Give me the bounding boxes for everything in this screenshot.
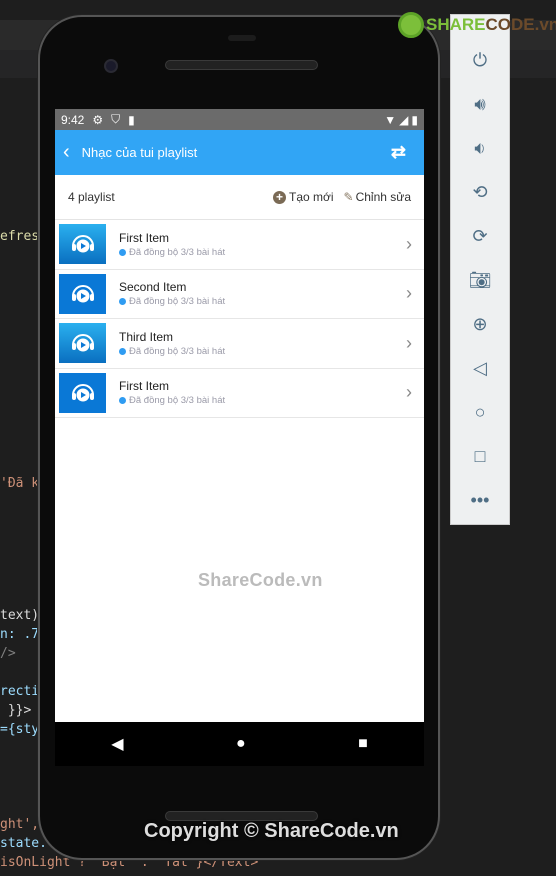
edit-label: Chỉnh sửa: [355, 190, 411, 204]
playlist-thumbnail-icon: [59, 372, 106, 413]
volume-down-icon[interactable]: 🔉︎: [451, 126, 509, 170]
code-line: ={sty: [0, 722, 40, 737]
shield-icon: ⛉: [111, 112, 121, 126]
app-bar: ‹ Nhạc của tui playlist ⇄: [55, 130, 424, 175]
device-screen: 9:42 ⚙ ⛉ ▮ ▼ ◢ ▮ ‹ Nhạc của tui playlist ⇄…: [55, 109, 424, 766]
overview-icon[interactable]: □: [451, 434, 509, 478]
playlist-item[interactable]: Second Item Đã đồng bộ 3/3 bài hát ›: [55, 270, 424, 319]
back-icon[interactable]: ‹: [63, 141, 70, 164]
zoom-icon[interactable]: ⊕: [451, 302, 509, 346]
playlist-item[interactable]: First Item Đã đồng bộ 3/3 bài hát ›: [55, 220, 424, 270]
edit-icon: ✎: [343, 190, 354, 204]
playlist-status-text: Đã đồng bộ 3/3 bài hát: [129, 345, 226, 357]
settings-icon: ⚙: [92, 112, 104, 127]
sync-dot-icon: [119, 298, 126, 306]
code-line: recti: [0, 684, 40, 699]
playlist-name: Third Item: [119, 329, 174, 344]
nav-recents-icon[interactable]: ■: [358, 735, 368, 753]
signal-icon: ◢: [399, 112, 409, 127]
playlist-text: Second Item Đã đồng bộ 3/3 bài hát: [119, 280, 406, 307]
code-line: ght',: [0, 817, 40, 832]
camera-icon[interactable]: 📷︎: [451, 258, 509, 302]
sync-dot-icon: [119, 347, 126, 355]
edit-button[interactable]: ✎ Chỉnh sửa: [344, 190, 411, 204]
playlist-item[interactable]: Third Item Đã đồng bộ 3/3 bài hát ›: [55, 319, 424, 369]
battery-icon: ▮: [411, 112, 418, 127]
logo-text-a: SHARE: [426, 15, 486, 34]
page-title: Nhạc của tui playlist: [81, 145, 198, 160]
playlist-count: 4 playlist: [68, 190, 115, 204]
playlist-status-text: Đã đồng bộ 3/3 bài hát: [129, 296, 226, 308]
playlist-status-text: Đã đồng bộ 3/3 bài hát: [129, 395, 226, 407]
code-line: n: .7: [0, 627, 40, 642]
power-icon[interactable]: ⏻: [451, 38, 509, 82]
playlist-text: First Item Đã đồng bộ 3/3 bài hát: [119, 231, 406, 258]
code-line: text): [0, 608, 40, 623]
plus-circle-icon: +: [272, 191, 286, 204]
playlist-status: Đã đồng bộ 3/3 bài hát: [119, 395, 406, 406]
back-icon[interactable]: ◁: [451, 346, 509, 390]
rotate-right-icon[interactable]: ⟳: [451, 214, 509, 258]
playlist-thumbnail-icon: [59, 323, 106, 364]
sharecode-logo: SHARE CODE.vn: [398, 12, 556, 38]
playlist-status-text: Đã đồng bộ 3/3 bài hát: [129, 246, 226, 258]
sync-icon[interactable]: ⇄: [391, 142, 406, 163]
nav-back-icon[interactable]: ◀: [111, 734, 123, 754]
create-label: Tạo mới: [288, 190, 334, 204]
sd-card-icon: ▮: [128, 112, 135, 127]
playlist-status: Đã đồng bộ 3/3 bài hát: [119, 247, 406, 258]
playlist-text: First Item Đã đồng bộ 3/3 bài hát: [119, 379, 406, 406]
chevron-right-icon: ›: [406, 382, 412, 403]
nav-home-icon[interactable]: ●: [236, 735, 246, 753]
code-line: 'Đã k: [0, 476, 40, 491]
chevron-right-icon: ›: [406, 332, 412, 353]
playlist-item[interactable]: First Item Đã đồng bộ 3/3 bài hát ›: [55, 369, 424, 418]
playlist-text: Third Item Đã đồng bộ 3/3 bài hát: [119, 330, 406, 357]
top-speaker: [165, 60, 318, 70]
playlist-thumbnail-icon: [59, 224, 106, 265]
code-line: efres: [0, 229, 40, 244]
playlist-header: 4 playlist + Tạo mới ✎ Chỉnh sửa: [55, 175, 424, 220]
more-icon[interactable]: •••: [451, 478, 509, 522]
android-nav-bar: ◀ ● ■: [55, 722, 424, 766]
playlist-thumbnail-icon: [59, 273, 106, 314]
logo-text-b: CODE.vn: [485, 15, 556, 34]
status-time: 9:42: [61, 112, 85, 127]
chevron-right-icon: ›: [406, 233, 412, 254]
chevron-right-icon: ›: [406, 283, 412, 304]
front-camera: [104, 59, 118, 73]
code-line: }}>: [0, 703, 32, 718]
wifi-icon: ▼: [384, 112, 397, 127]
sync-dot-icon: [119, 248, 126, 256]
earpiece: [228, 35, 256, 41]
volume-up-icon[interactable]: 🔊︎: [451, 82, 509, 126]
sync-dot-icon: [119, 397, 126, 405]
rotate-left-icon[interactable]: ⟲: [451, 170, 509, 214]
playlist-status: Đã đồng bộ 3/3 bài hát: [119, 346, 406, 357]
watermark: ShareCode.vn: [198, 570, 323, 590]
playlist-name: First Item: [119, 230, 169, 245]
emulator-toolbar: ⏻ 🔊︎ 🔉︎ ⟲ ⟳ 📷︎ ⊕ ◁ ○ □ •••: [450, 14, 510, 525]
status-bar: 9:42 ⚙ ⛉ ▮ ▼ ◢ ▮: [55, 109, 424, 130]
home-icon[interactable]: ○: [451, 390, 509, 434]
playlist-list: First Item Đã đồng bộ 3/3 bài hát › Seco…: [55, 220, 424, 418]
playlist-name: First Item: [119, 379, 169, 394]
create-button[interactable]: + Tạo mới: [272, 190, 334, 204]
playlist-status: Đã đồng bộ 3/3 bài hát: [119, 296, 406, 307]
playlist-name: Second Item: [119, 280, 187, 295]
logo-icon: [398, 12, 424, 38]
copyright-text: Copyright © ShareCode.vn: [144, 820, 399, 842]
code-line: />: [0, 646, 16, 661]
code-line: state.: [0, 836, 47, 851]
